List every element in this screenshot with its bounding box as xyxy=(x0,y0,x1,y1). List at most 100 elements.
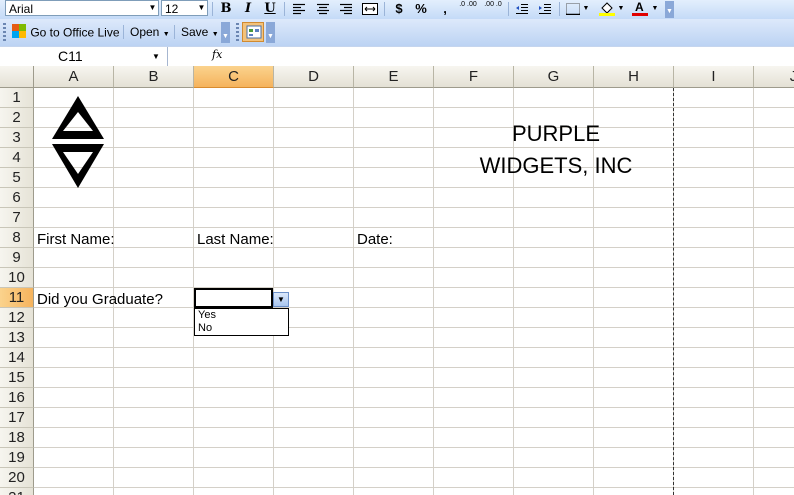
row-header-17[interactable]: 17 xyxy=(0,408,34,428)
toolbar-options-icon[interactable]: ▼ xyxy=(221,22,230,43)
fill-color-icon[interactable] xyxy=(597,0,617,18)
row-header-6[interactable]: 6 xyxy=(0,188,34,208)
select-all-corner[interactable] xyxy=(0,66,34,88)
font-size-value: 12 xyxy=(165,2,179,16)
row-header-5[interactable]: 5 xyxy=(0,168,34,188)
toolbar-grip[interactable] xyxy=(236,23,239,41)
open-menu-button[interactable]: Open ▼ xyxy=(128,23,172,41)
row-header-16[interactable]: 16 xyxy=(0,388,34,408)
borders-icon[interactable] xyxy=(563,0,583,18)
office-live-icon xyxy=(11,23,27,44)
chevron-down-icon[interactable]: ▼ xyxy=(152,47,160,66)
bold-button[interactable]: B xyxy=(216,0,236,18)
chevron-down-icon: ▼ xyxy=(211,31,219,38)
font-size-select[interactable]: 12 ▼ xyxy=(161,0,208,16)
last-name-label: Last Name: xyxy=(197,231,274,248)
row-gridline xyxy=(34,367,794,368)
align-left-icon[interactable] xyxy=(289,0,309,18)
chevron-down-icon: ▼ xyxy=(277,295,285,304)
validation-dropdown-button[interactable]: ▼ xyxy=(273,292,289,307)
worksheet-grid[interactable]: ABCDEFGHIJ 1 2 3 4 5 6 7 8 9 10 11 12 13 14 15 16 17 18 19… xyxy=(0,66,794,495)
insert-function-icon[interactable]: fx xyxy=(212,48,222,61)
row-gridline xyxy=(34,247,794,248)
column-header-b[interactable]: B xyxy=(114,66,194,88)
name-box-value: C11 xyxy=(58,48,83,64)
dropdown-option-no[interactable]: No xyxy=(195,322,288,335)
column-gridline xyxy=(513,88,514,495)
column-header-g[interactable]: G xyxy=(514,66,594,88)
increase-decimal-button[interactable]: .0 .00 xyxy=(456,0,480,19)
row-gridline xyxy=(34,207,794,208)
row-header-3[interactable]: 3 xyxy=(0,128,34,148)
row-header-10[interactable]: 10 xyxy=(0,268,34,288)
row-header-9[interactable]: 9 xyxy=(0,248,34,268)
column-header-f[interactable]: F xyxy=(434,66,514,88)
dropdown-option-yes[interactable]: Yes xyxy=(195,309,288,322)
column-gridline xyxy=(433,88,434,495)
underline-button[interactable]: U xyxy=(260,0,280,18)
row-gridline xyxy=(34,407,794,408)
row-header-4[interactable]: 4 xyxy=(0,148,34,168)
chevron-down-icon[interactable]: ▼ xyxy=(616,0,626,18)
row-gridline xyxy=(34,167,794,168)
row-header-11[interactable]: 11 xyxy=(0,288,34,308)
column-header-a[interactable]: A xyxy=(34,66,114,88)
column-gridline xyxy=(353,88,354,495)
percent-button[interactable]: % xyxy=(411,0,431,18)
form-control-icon[interactable] xyxy=(242,22,264,42)
chevron-down-icon[interactable]: ▼ xyxy=(147,1,158,15)
increase-indent-icon[interactable] xyxy=(535,0,555,18)
align-center-icon[interactable] xyxy=(313,0,333,18)
row-header-18[interactable]: 18 xyxy=(0,428,34,448)
separator xyxy=(284,2,285,16)
row-header-21[interactable]: 21 xyxy=(0,488,34,495)
row-header-2[interactable]: 2 xyxy=(0,108,34,128)
column-header-j[interactable]: J xyxy=(754,66,794,88)
company-logo xyxy=(50,94,106,193)
column-gridline xyxy=(753,88,754,495)
validation-dropdown-list: Yes No xyxy=(194,308,289,336)
name-box[interactable]: C11 ▼ xyxy=(0,47,168,66)
active-cell-c11[interactable] xyxy=(194,288,273,308)
decrease-decimal-button[interactable]: .00 .0 xyxy=(481,0,505,19)
row-header-1[interactable]: 1 xyxy=(0,88,34,108)
chevron-down-icon[interactable]: ▼ xyxy=(196,1,207,15)
column-header-e[interactable]: E xyxy=(354,66,434,88)
chevron-down-icon[interactable]: ▼ xyxy=(650,0,660,18)
row-gridline xyxy=(34,467,794,468)
column-header-d[interactable]: D xyxy=(274,66,354,88)
separator xyxy=(559,2,560,16)
row-header-19[interactable]: 19 xyxy=(0,448,34,468)
page-break-line xyxy=(673,88,674,495)
formula-input[interactable] xyxy=(232,47,792,66)
chevron-down-icon[interactable]: ▼ xyxy=(581,0,591,18)
office-live-button[interactable]: Go to Office Live xyxy=(9,23,122,41)
row-header-20[interactable]: 20 xyxy=(0,468,34,488)
separator xyxy=(123,25,124,39)
office-live-toolbar: Go to Office Live Open ▼ Save ▼ ▼ ▼ xyxy=(0,19,794,46)
first-name-label: First Name: xyxy=(37,231,115,248)
column-header-c[interactable]: C xyxy=(194,66,274,88)
toolbar-grip[interactable] xyxy=(3,23,6,41)
font-color-icon[interactable]: A xyxy=(630,0,650,18)
comma-button[interactable]: , xyxy=(435,0,455,18)
company-name-line1: PURPLE xyxy=(511,121,601,146)
column-header-i[interactable]: I xyxy=(674,66,754,88)
row-header-12[interactable]: 12 xyxy=(0,308,34,328)
font-name-select[interactable]: Arial ▼ xyxy=(5,0,159,16)
currency-button[interactable]: $ xyxy=(389,0,409,18)
row-header-7[interactable]: 7 xyxy=(0,208,34,228)
toolbar-options-icon[interactable]: ▼ xyxy=(266,22,275,43)
row-header-8[interactable]: 8 xyxy=(0,228,34,248)
column-header-h[interactable]: H xyxy=(594,66,674,88)
save-menu-button[interactable]: Save ▼ xyxy=(179,23,221,41)
row-header-15[interactable]: 15 xyxy=(0,368,34,388)
row-header-14[interactable]: 14 xyxy=(0,348,34,368)
decrease-indent-icon[interactable] xyxy=(512,0,532,18)
separator xyxy=(212,2,213,16)
row-header-13[interactable]: 13 xyxy=(0,328,34,348)
italic-button[interactable]: I xyxy=(238,0,258,18)
merge-center-icon[interactable] xyxy=(360,0,380,18)
align-right-icon[interactable] xyxy=(336,0,356,18)
toolbar-options-icon[interactable]: ▼ xyxy=(665,1,674,18)
